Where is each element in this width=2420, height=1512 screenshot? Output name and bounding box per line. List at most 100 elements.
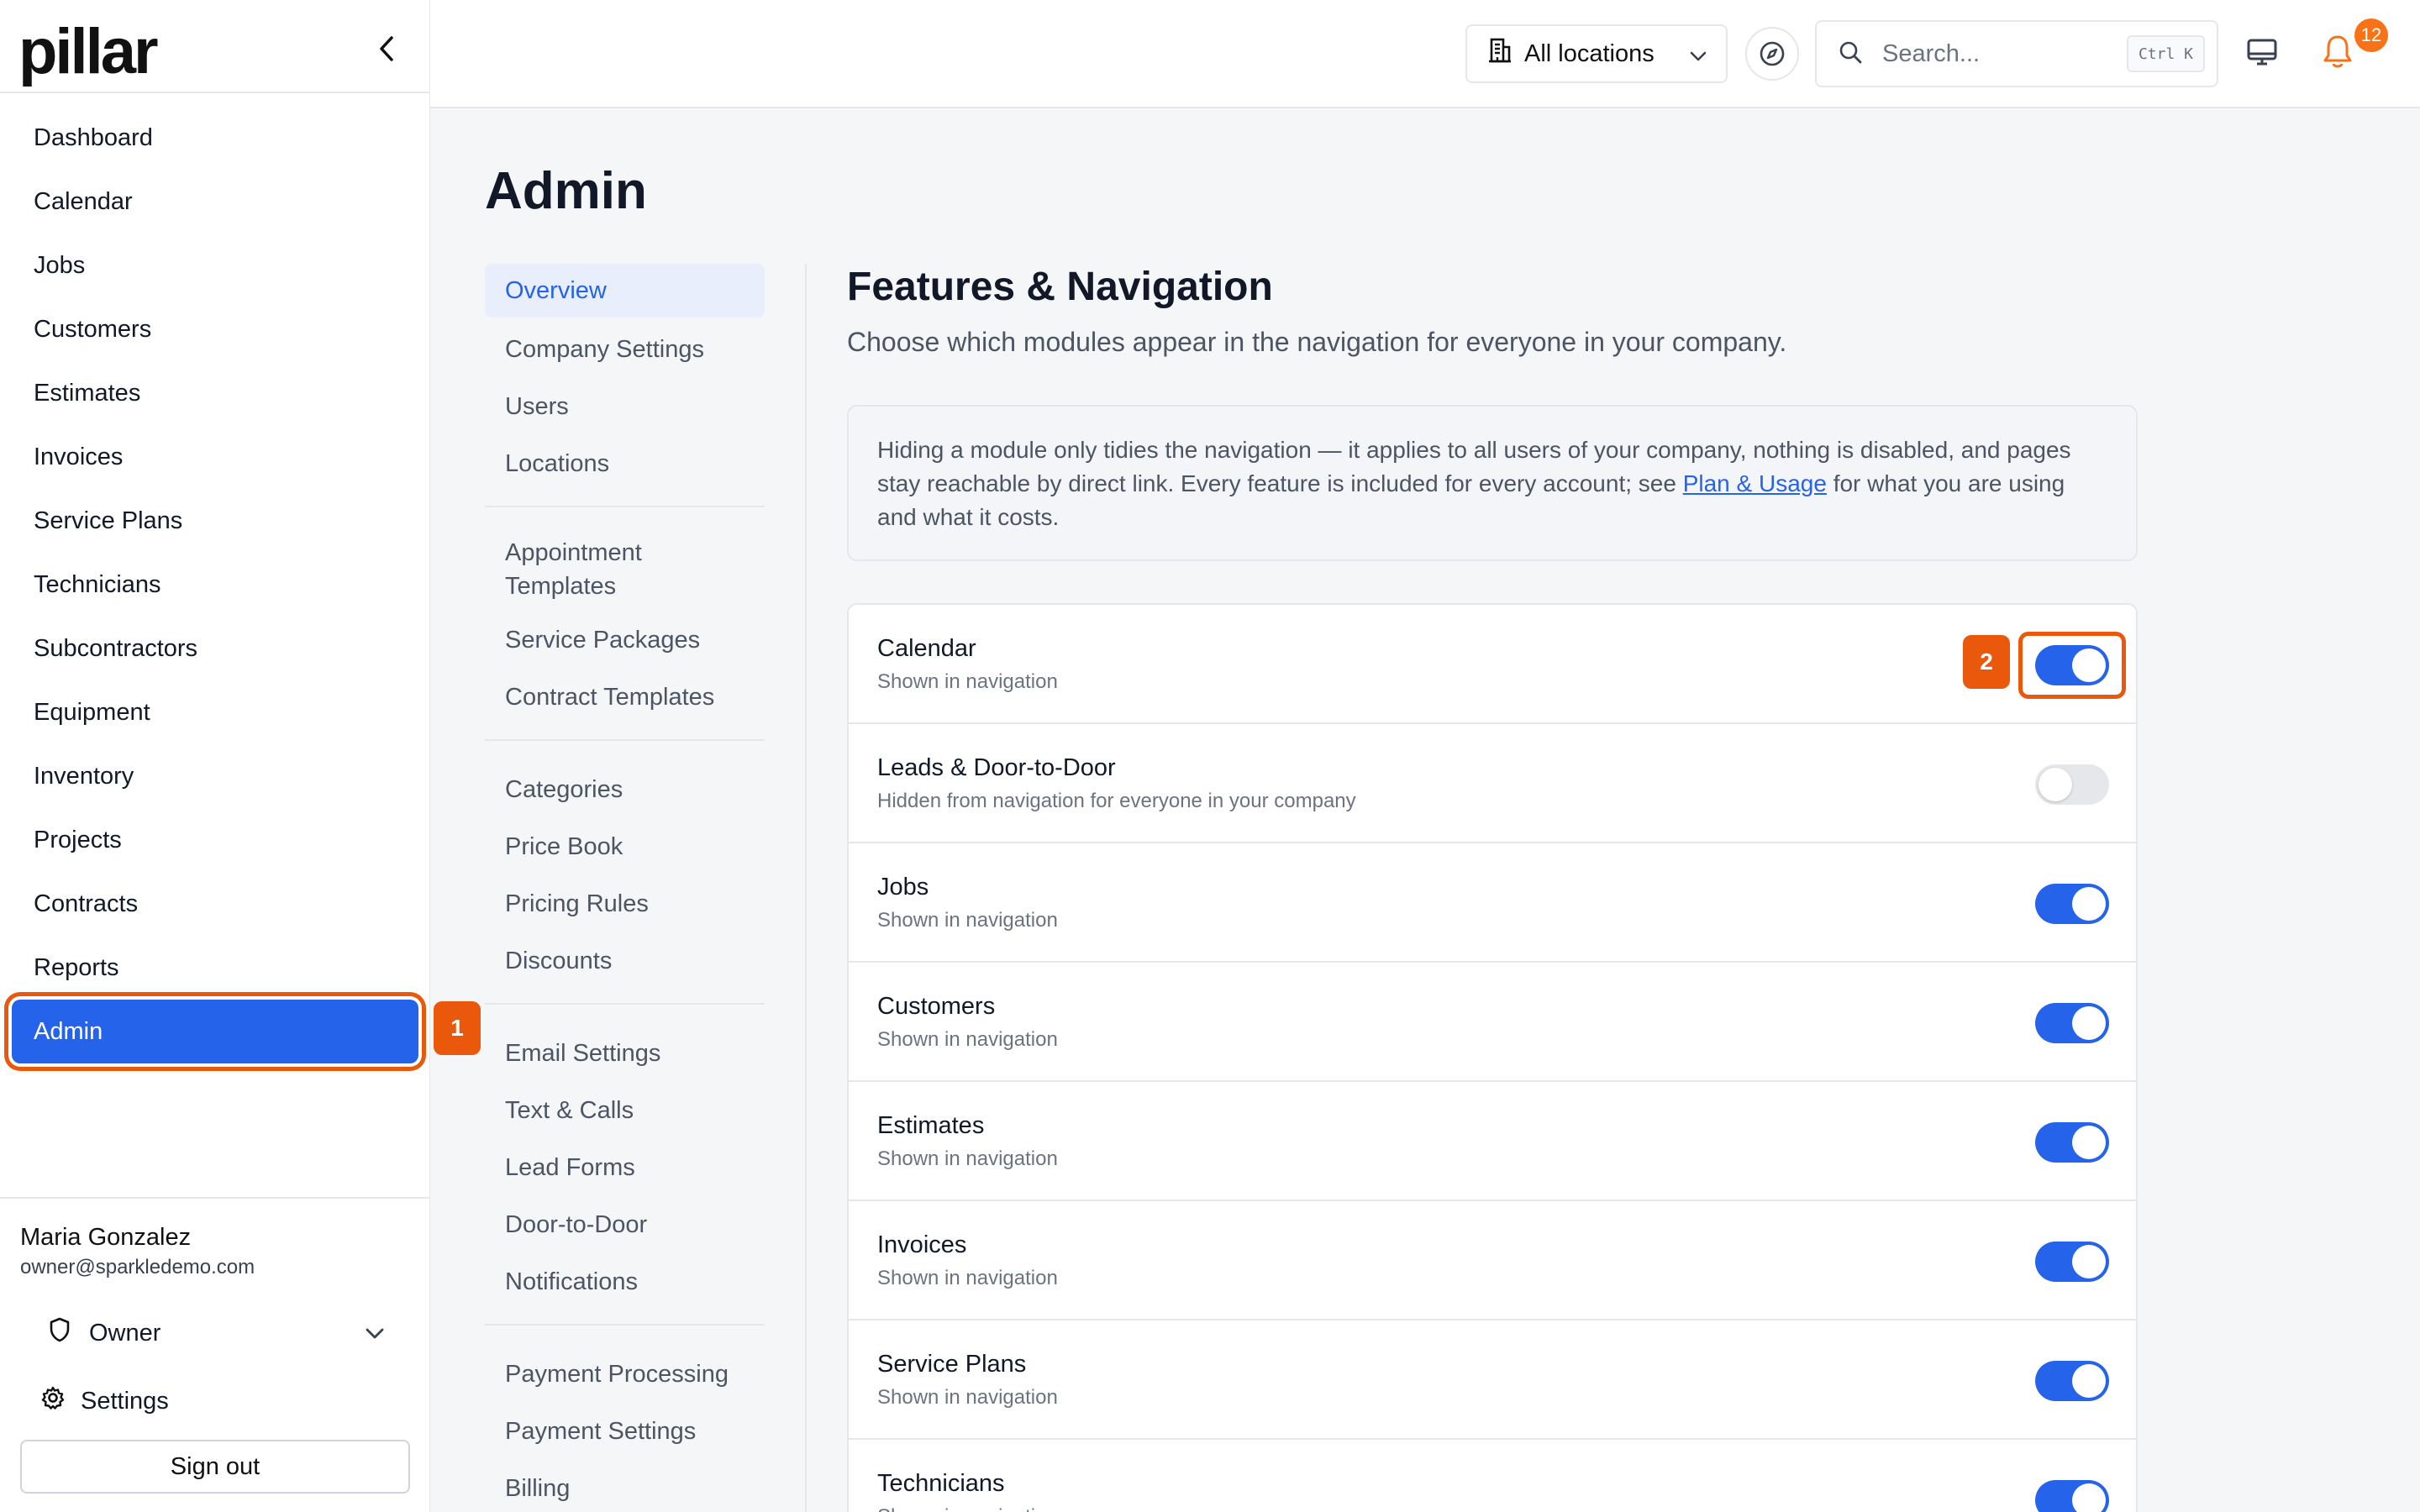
subnav-divider	[485, 506, 765, 507]
sidebar-item-projects[interactable]: Projects	[0, 808, 430, 872]
sidebar-item-technicians[interactable]: Technicians	[0, 553, 430, 617]
module-name: Estimates	[877, 1112, 985, 1139]
step-badge-2: 2	[1963, 635, 2010, 689]
location-label: All locations	[1524, 39, 1655, 67]
subnav-divider	[485, 739, 765, 741]
module-row: Jobs Shown in navigation	[849, 843, 2136, 963]
module-name: Leads & Door-to-Door	[877, 754, 1116, 781]
sidebar-item-calendar[interactable]: Calendar	[0, 170, 430, 234]
sidebar-item-reports[interactable]: Reports	[0, 936, 430, 1000]
toggle-knob	[2072, 1006, 2106, 1040]
subnav-item-contract-templates[interactable]: Contract Templates	[485, 669, 765, 726]
search-input[interactable]: Search... Ctrl K	[1815, 20, 2218, 87]
subnav-item-lead-forms[interactable]: Lead Forms	[485, 1139, 765, 1196]
subnav-item-users[interactable]: Users	[485, 378, 765, 435]
sidebar-item-service-plans[interactable]: Service Plans	[0, 489, 430, 553]
subnav-item-discounts[interactable]: Discounts	[485, 932, 765, 990]
shield-icon	[49, 1317, 71, 1349]
module-name: Service Plans	[877, 1351, 1027, 1378]
settings-link[interactable]: Settings	[40, 1385, 169, 1417]
user-name: Maria Gonzalez	[20, 1224, 192, 1251]
subnav-item-service-packages[interactable]: Service Packages	[485, 612, 765, 669]
building-icon	[1487, 37, 1512, 71]
module-toggle[interactable]	[2035, 1122, 2109, 1163]
subnav-item-price-book[interactable]: Price Book	[485, 818, 765, 875]
module-status: Shown in navigation	[877, 670, 1058, 693]
module-row: Technicians Shown in navigation	[849, 1440, 2136, 1512]
chevron-left-icon[interactable]	[370, 32, 403, 66]
subnav-item-company-settings[interactable]: Company Settings	[485, 321, 765, 378]
logo: pillar	[18, 16, 159, 87]
module-name: Jobs	[877, 874, 929, 900]
module-status: Shown in navigation	[877, 1028, 1058, 1051]
module-row: Estimates Shown in navigation	[849, 1082, 2136, 1201]
module-row: Customers Shown in navigation	[849, 963, 2136, 1082]
subnav-item-pricing-rules[interactable]: Pricing Rules	[485, 875, 765, 932]
monitor-icon[interactable]	[2245, 35, 2279, 73]
module-toggle[interactable]	[2035, 1361, 2109, 1401]
module-row: Service Plans Shown in navigation	[849, 1320, 2136, 1440]
sidebar-item-contracts[interactable]: Contracts	[0, 872, 430, 936]
module-status: Shown in navigation	[877, 1147, 1058, 1170]
subnav-item-appointment-templates[interactable]: Appointment Templates	[485, 528, 687, 612]
topbar: All locations Search... Ctrl K 12	[430, 0, 2420, 108]
toggle-knob	[2072, 1483, 2106, 1512]
module-row: Calendar Shown in navigation	[849, 605, 2136, 724]
role-selector[interactable]: Owner	[49, 1312, 385, 1354]
sign-out-button[interactable]: Sign out	[20, 1440, 410, 1494]
subnav-divider	[485, 1003, 765, 1005]
sidebar-item-customers[interactable]: Customers	[0, 297, 430, 361]
user-email: owner@sparkledemo.com	[20, 1256, 255, 1278]
plan-usage-link[interactable]: Plan & Usage	[1683, 470, 1827, 496]
info-callout: Hiding a module only tidies the navigati…	[847, 405, 2138, 561]
section-subtitle: Choose which modules appear in the navig…	[847, 327, 1787, 357]
module-toggle[interactable]	[2035, 1480, 2109, 1512]
sidebar-item-inventory[interactable]: Inventory	[0, 744, 430, 808]
compass-icon[interactable]	[1745, 27, 1799, 81]
search-placeholder: Search...	[1882, 39, 1981, 67]
subnav-item-overview[interactable]: Overview	[485, 264, 765, 318]
role-label: Owner	[89, 1319, 161, 1347]
logo-row: pillar	[0, 0, 429, 93]
sidebar-item-equipment[interactable]: Equipment	[0, 680, 430, 744]
module-status: Shown in navigation	[877, 1267, 1058, 1289]
toggle-knob	[2072, 1126, 2106, 1159]
sidebar-item-estimates[interactable]: Estimates	[0, 361, 430, 425]
section-title: Features & Navigation	[847, 265, 1273, 309]
sidebar-item-subcontractors[interactable]: Subcontractors	[0, 617, 430, 680]
location-selector[interactable]: All locations	[1465, 24, 1728, 83]
subnav-item-payment-processing[interactable]: Payment Processing	[485, 1346, 765, 1403]
step-badge-1: 1	[434, 1001, 481, 1055]
search-shortcut: Ctrl K	[2126, 35, 2205, 72]
sidebar-item-jobs[interactable]: Jobs	[0, 234, 430, 297]
sidebar: pillar Dashboard Calendar Jobs Customers Est…	[0, 0, 430, 1512]
subnav-item-text-calls[interactable]: Text & Calls	[485, 1082, 765, 1139]
module-toggle[interactable]	[2035, 1003, 2109, 1043]
toggle-knob	[2072, 887, 2106, 921]
module-name: Customers	[877, 993, 996, 1020]
module-toggle[interactable]	[2035, 1242, 2109, 1282]
module-toggle[interactable]	[2035, 764, 2109, 805]
module-status: Shown in navigation	[877, 909, 1058, 932]
module-toggle[interactable]	[2035, 884, 2109, 924]
module-status: Shown in navigation	[877, 1386, 1058, 1409]
module-status: Shown in navigation	[877, 1505, 1058, 1512]
bell-icon[interactable]	[2321, 34, 2354, 75]
subnav-item-email-settings[interactable]: Email Settings	[485, 1025, 765, 1082]
toggle-knob	[2072, 1245, 2106, 1278]
subnav-item-billing[interactable]: Billing	[485, 1460, 765, 1512]
divider	[805, 264, 807, 1512]
sidebar-item-dashboard[interactable]: Dashboard	[0, 106, 430, 170]
toggle-knob	[2072, 1364, 2106, 1398]
sidebar-item-admin[interactable]: Admin	[12, 1000, 418, 1063]
subnav-item-payment-settings[interactable]: Payment Settings	[485, 1403, 765, 1460]
sidebar-item-invoices[interactable]: Invoices	[0, 425, 430, 489]
subnav-item-locations[interactable]: Locations	[485, 435, 765, 492]
subnav-item-notifications[interactable]: Notifications	[485, 1253, 765, 1310]
chevron-down-icon	[1689, 45, 1707, 72]
toggle-highlight	[2018, 632, 2126, 699]
module-name: Invoices	[877, 1231, 967, 1258]
toggle-knob	[2039, 768, 2072, 801]
subnav-item-door-to-door[interactable]: Door-to-Door	[485, 1196, 765, 1253]
subnav-item-categories[interactable]: Categories	[485, 761, 765, 818]
